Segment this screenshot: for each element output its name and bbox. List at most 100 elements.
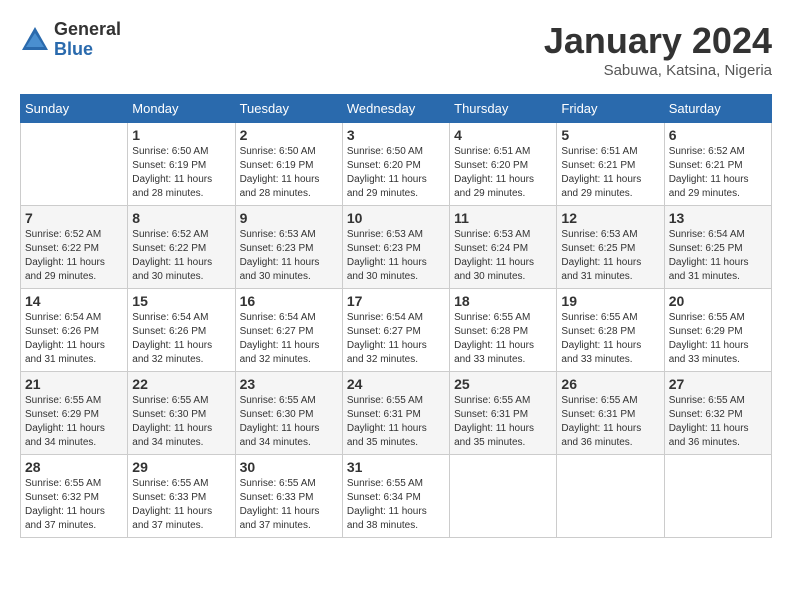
calendar-cell: 16 Sunrise: 6:54 AM Sunset: 6:27 PM Dayli…	[235, 289, 342, 372]
day-info: Sunrise: 6:54 AM Sunset: 6:27 PM Dayligh…	[347, 311, 445, 367]
day-info: Sunrise: 6:50 AM Sunset: 6:20 PM Dayligh…	[347, 145, 445, 201]
week-row-1: 1Sunrise: 6:50 AM Sunset: 6:19 PM Daylig…	[21, 123, 772, 206]
calendar-cell: 2Sunrise: 6:50 AM Sunset: 6:19 PM Daylig…	[235, 123, 342, 206]
calendar-cell: 23 Sunrise: 6:55 AM Sunset: 6:30 PM Dayli…	[235, 372, 342, 455]
calendar-cell: 26 Sunrise: 6:55 AM Sunset: 6:31 PM Dayli…	[557, 372, 664, 455]
calendar-cell: 8 Sunrise: 6:52 AM Sunset: 6:22 PM Daylig…	[128, 206, 235, 289]
day-number: 10	[347, 210, 445, 226]
week-row-4: 21Sunrise: 6:55 AM Sunset: 6:29 PM Dayli…	[21, 372, 772, 455]
week-row-3: 14 Sunrise: 6:54 AM Sunset: 6:26 PM Dayli…	[21, 289, 772, 372]
weekday-header-tuesday: Tuesday	[235, 95, 342, 123]
day-number: 1	[132, 127, 230, 143]
day-info: Sunrise: 6:52 AM Sunset: 6:21 PM Dayligh…	[669, 145, 767, 201]
title-block: January 2024 Sabuwa, Katsina, Nigeria	[544, 20, 772, 79]
calendar-cell: 7 Sunrise: 6:52 AM Sunset: 6:22 PM Daylig…	[21, 206, 128, 289]
day-info: Sunrise: 6:53 AM Sunset: 6:23 PM Dayligh…	[347, 228, 445, 284]
calendar-cell: 6 Sunrise: 6:52 AM Sunset: 6:21 PM Daylig…	[664, 123, 771, 206]
day-number: 11	[454, 210, 552, 226]
calendar-cell: 4 Sunrise: 6:51 AM Sunset: 6:20 PM Daylig…	[450, 123, 557, 206]
calendar-cell: 13 Sunrise: 6:54 AM Sunset: 6:25 PM Dayli…	[664, 206, 771, 289]
day-info: Sunrise: 6:54 AM Sunset: 6:27 PM Dayligh…	[240, 311, 338, 367]
day-number: 19	[561, 293, 659, 309]
day-info: Sunrise: 6:55 AM Sunset: 6:33 PM Dayligh…	[240, 477, 338, 533]
calendar-cell	[21, 123, 128, 206]
calendar-cell: 28 Sunrise: 6:55 AM Sunset: 6:32 PM Dayli…	[21, 455, 128, 538]
calendar-cell: 14 Sunrise: 6:54 AM Sunset: 6:26 PM Dayli…	[21, 289, 128, 372]
week-row-5: 28 Sunrise: 6:55 AM Sunset: 6:32 PM Dayli…	[21, 455, 772, 538]
day-info: Sunrise: 6:55 AM Sunset: 6:30 PM Dayligh…	[132, 394, 230, 450]
day-number: 17	[347, 293, 445, 309]
day-info: Sunrise: 6:54 AM Sunset: 6:25 PM Dayligh…	[669, 228, 767, 284]
day-number: 3	[347, 127, 445, 143]
day-info: Sunrise: 6:55 AM Sunset: 6:31 PM Dayligh…	[561, 394, 659, 450]
weekday-header-saturday: Saturday	[664, 95, 771, 123]
weekday-header-row: SundayMondayTuesdayWednesdayThursdayFrid…	[21, 95, 772, 123]
calendar-cell	[450, 455, 557, 538]
day-number: 12	[561, 210, 659, 226]
day-number: 2	[240, 127, 338, 143]
calendar-cell: 19 Sunrise: 6:55 AM Sunset: 6:28 PM Dayli…	[557, 289, 664, 372]
logo: General Blue	[20, 20, 121, 60]
day-info: Sunrise: 6:55 AM Sunset: 6:28 PM Dayligh…	[561, 311, 659, 367]
calendar-cell: 30 Sunrise: 6:55 AM Sunset: 6:33 PM Dayli…	[235, 455, 342, 538]
day-number: 13	[669, 210, 767, 226]
calendar-cell: 24Sunrise: 6:55 AM Sunset: 6:31 PM Dayli…	[342, 372, 449, 455]
day-info: Sunrise: 6:55 AM Sunset: 6:34 PM Dayligh…	[347, 477, 445, 533]
day-number: 20	[669, 293, 767, 309]
day-info: Sunrise: 6:51 AM Sunset: 6:21 PM Dayligh…	[561, 145, 659, 201]
day-info: Sunrise: 6:53 AM Sunset: 6:25 PM Dayligh…	[561, 228, 659, 284]
day-number: 5	[561, 127, 659, 143]
day-number: 6	[669, 127, 767, 143]
calendar-cell: 5 Sunrise: 6:51 AM Sunset: 6:21 PM Daylig…	[557, 123, 664, 206]
day-info: Sunrise: 6:55 AM Sunset: 6:30 PM Dayligh…	[240, 394, 338, 450]
calendar-cell: 27Sunrise: 6:55 AM Sunset: 6:32 PM Dayli…	[664, 372, 771, 455]
day-number: 16	[240, 293, 338, 309]
calendar-cell: 12 Sunrise: 6:53 AM Sunset: 6:25 PM Dayli…	[557, 206, 664, 289]
day-info: Sunrise: 6:54 AM Sunset: 6:26 PM Dayligh…	[25, 311, 123, 367]
calendar-cell: 22 Sunrise: 6:55 AM Sunset: 6:30 PM Dayli…	[128, 372, 235, 455]
day-number: 4	[454, 127, 552, 143]
calendar-cell	[664, 455, 771, 538]
day-number: 14	[25, 293, 123, 309]
day-info: Sunrise: 6:54 AM Sunset: 6:26 PM Dayligh…	[132, 311, 230, 367]
calendar-cell: 20Sunrise: 6:55 AM Sunset: 6:29 PM Dayli…	[664, 289, 771, 372]
weekday-header-sunday: Sunday	[21, 95, 128, 123]
day-info: Sunrise: 6:55 AM Sunset: 6:33 PM Dayligh…	[132, 477, 230, 533]
day-number: 22	[132, 376, 230, 392]
day-number: 7	[25, 210, 123, 226]
logo-icon	[20, 25, 50, 55]
logo-general-text: General	[54, 20, 121, 40]
day-info: Sunrise: 6:52 AM Sunset: 6:22 PM Dayligh…	[132, 228, 230, 284]
day-number: 27	[669, 376, 767, 392]
calendar-cell: 15Sunrise: 6:54 AM Sunset: 6:26 PM Dayli…	[128, 289, 235, 372]
weekday-header-wednesday: Wednesday	[342, 95, 449, 123]
calendar-table: SundayMondayTuesdayWednesdayThursdayFrid…	[20, 94, 772, 538]
day-number: 29	[132, 459, 230, 475]
week-row-2: 7 Sunrise: 6:52 AM Sunset: 6:22 PM Daylig…	[21, 206, 772, 289]
calendar-cell: 9Sunrise: 6:53 AM Sunset: 6:23 PM Daylig…	[235, 206, 342, 289]
day-number: 9	[240, 210, 338, 226]
calendar-cell: 10 Sunrise: 6:53 AM Sunset: 6:23 PM Dayli…	[342, 206, 449, 289]
calendar-cell: 31 Sunrise: 6:55 AM Sunset: 6:34 PM Dayli…	[342, 455, 449, 538]
day-info: Sunrise: 6:53 AM Sunset: 6:24 PM Dayligh…	[454, 228, 552, 284]
day-number: 28	[25, 459, 123, 475]
weekday-header-monday: Monday	[128, 95, 235, 123]
day-info: Sunrise: 6:55 AM Sunset: 6:32 PM Dayligh…	[25, 477, 123, 533]
day-number: 25	[454, 376, 552, 392]
logo-blue-text: Blue	[54, 40, 121, 60]
day-info: Sunrise: 6:55 AM Sunset: 6:29 PM Dayligh…	[25, 394, 123, 450]
day-number: 8	[132, 210, 230, 226]
day-info: Sunrise: 6:55 AM Sunset: 6:28 PM Dayligh…	[454, 311, 552, 367]
month-title: January 2024	[544, 20, 772, 62]
day-number: 30	[240, 459, 338, 475]
day-number: 24	[347, 376, 445, 392]
day-info: Sunrise: 6:52 AM Sunset: 6:22 PM Dayligh…	[25, 228, 123, 284]
day-number: 31	[347, 459, 445, 475]
page-header: General Blue January 2024 Sabuwa, Katsin…	[20, 20, 772, 79]
day-number: 23	[240, 376, 338, 392]
day-info: Sunrise: 6:55 AM Sunset: 6:31 PM Dayligh…	[454, 394, 552, 450]
calendar-cell: 29 Sunrise: 6:55 AM Sunset: 6:33 PM Dayli…	[128, 455, 235, 538]
calendar-cell: 3 Sunrise: 6:50 AM Sunset: 6:20 PM Daylig…	[342, 123, 449, 206]
day-info: Sunrise: 6:51 AM Sunset: 6:20 PM Dayligh…	[454, 145, 552, 201]
day-number: 26	[561, 376, 659, 392]
